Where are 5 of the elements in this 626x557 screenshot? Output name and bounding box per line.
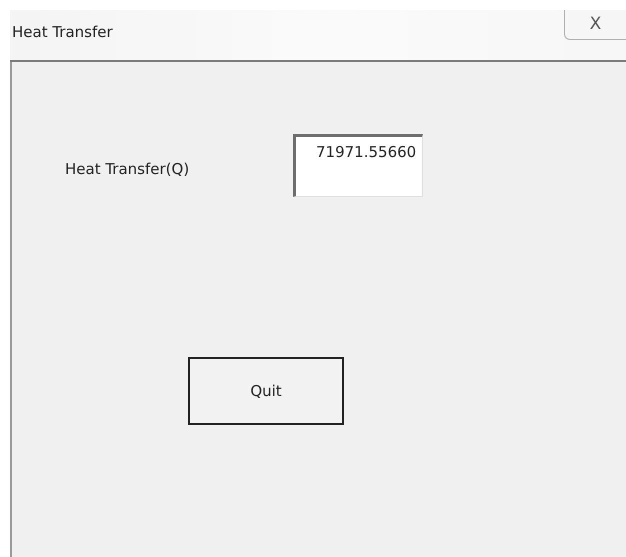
window-title: Heat Transfer (12, 22, 113, 43)
value-field[interactable]: 71971.55660 (293, 134, 423, 197)
field-label: Heat Transfer(Q) (65, 159, 190, 180)
close-button[interactable]: X (564, 10, 626, 40)
quit-button[interactable]: Quit (188, 357, 344, 425)
